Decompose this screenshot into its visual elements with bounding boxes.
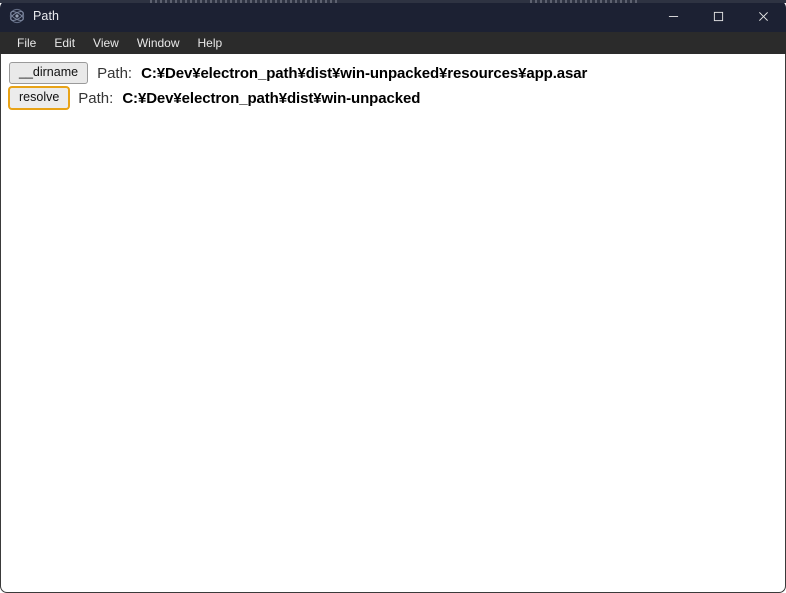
path-label: Path: bbox=[97, 64, 133, 82]
window-controls bbox=[651, 0, 786, 32]
menu-item-file[interactable]: File bbox=[8, 32, 45, 54]
dirname-button[interactable]: __dirname bbox=[9, 62, 89, 84]
minimize-button[interactable] bbox=[651, 0, 696, 32]
content-area: __dirname Path: C:¥Dev¥electron_path¥dis… bbox=[0, 54, 786, 593]
titlebar-left: Path bbox=[0, 8, 651, 24]
maximize-button[interactable] bbox=[696, 0, 741, 32]
electron-atom-icon bbox=[9, 8, 25, 24]
menu-item-help[interactable]: Help bbox=[189, 32, 232, 54]
path-row: resolve Path: C:¥Dev¥electron_path¥dist¥… bbox=[1, 87, 785, 109]
menu-item-view[interactable]: View bbox=[84, 32, 128, 54]
menubar: File Edit View Window Help bbox=[0, 32, 786, 54]
window-title: Path bbox=[33, 9, 60, 23]
path-row: __dirname Path: C:¥Dev¥electron_path¥dis… bbox=[1, 62, 785, 84]
menu-item-window[interactable]: Window bbox=[128, 32, 189, 54]
path-value: C:¥Dev¥electron_path¥dist¥win-unpacked¥r… bbox=[141, 64, 588, 82]
background-window-text-remnant bbox=[530, 0, 640, 3]
resolve-button[interactable]: resolve bbox=[9, 87, 70, 109]
path-value: C:¥Dev¥electron_path¥dist¥win-unpacked bbox=[122, 89, 421, 107]
close-button[interactable] bbox=[741, 0, 786, 32]
background-window-text-remnant bbox=[150, 0, 340, 3]
path-label: Path: bbox=[78, 89, 114, 107]
titlebar[interactable]: Path bbox=[0, 0, 786, 32]
menu-item-edit[interactable]: Edit bbox=[45, 32, 84, 54]
app-window: Path File Edit View Window Help __dirnam… bbox=[0, 0, 786, 593]
background-window-sliver bbox=[0, 0, 786, 3]
